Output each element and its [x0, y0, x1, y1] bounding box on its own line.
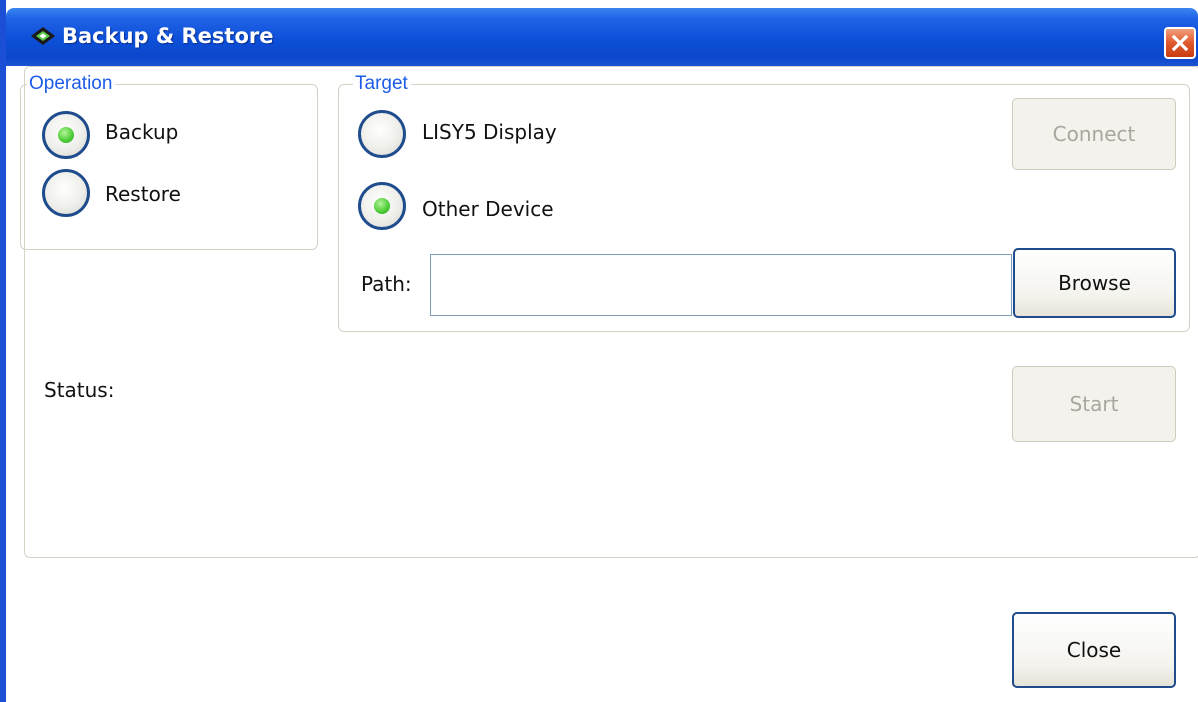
status-label: Status:: [44, 378, 115, 402]
radio-restore[interactable]: [42, 169, 90, 217]
radio-other-device-label: Other Device: [422, 197, 554, 221]
radio-backup[interactable]: [42, 111, 90, 159]
title-bar[interactable]: Backup & Restore: [6, 8, 1198, 66]
app-icon: [28, 24, 58, 48]
close-button-label: Close: [1066, 638, 1122, 662]
operation-group-label: Operation: [27, 74, 116, 94]
radio-backup-selected-dot: [58, 127, 74, 143]
backup-restore-window: Backup & Restore Operation Backup Restor…: [0, 0, 1198, 702]
connect-button[interactable]: Connect: [1012, 98, 1176, 170]
path-input[interactable]: [430, 254, 1012, 316]
radio-other-device[interactable]: [358, 182, 406, 230]
target-group-label: Target: [353, 74, 411, 94]
radio-other-device-selected-dot: [374, 198, 390, 214]
radio-lisy5-display[interactable]: [358, 110, 406, 158]
operation-group: Operation: [20, 74, 318, 250]
start-button[interactable]: Start: [1012, 366, 1176, 442]
start-button-label: Start: [1069, 392, 1119, 416]
radio-restore-label: Restore: [105, 182, 181, 206]
radio-lisy5-display-label: LISY5 Display: [422, 120, 557, 144]
radio-backup-label: Backup: [105, 120, 179, 144]
path-label: Path:: [361, 272, 412, 296]
browse-button[interactable]: Browse: [1013, 248, 1176, 318]
browse-button-label: Browse: [1058, 271, 1131, 295]
connect-button-label: Connect: [1052, 122, 1136, 146]
window-title: Backup & Restore: [62, 24, 274, 48]
close-button[interactable]: Close: [1012, 612, 1176, 688]
close-window-button[interactable]: [1164, 27, 1196, 59]
